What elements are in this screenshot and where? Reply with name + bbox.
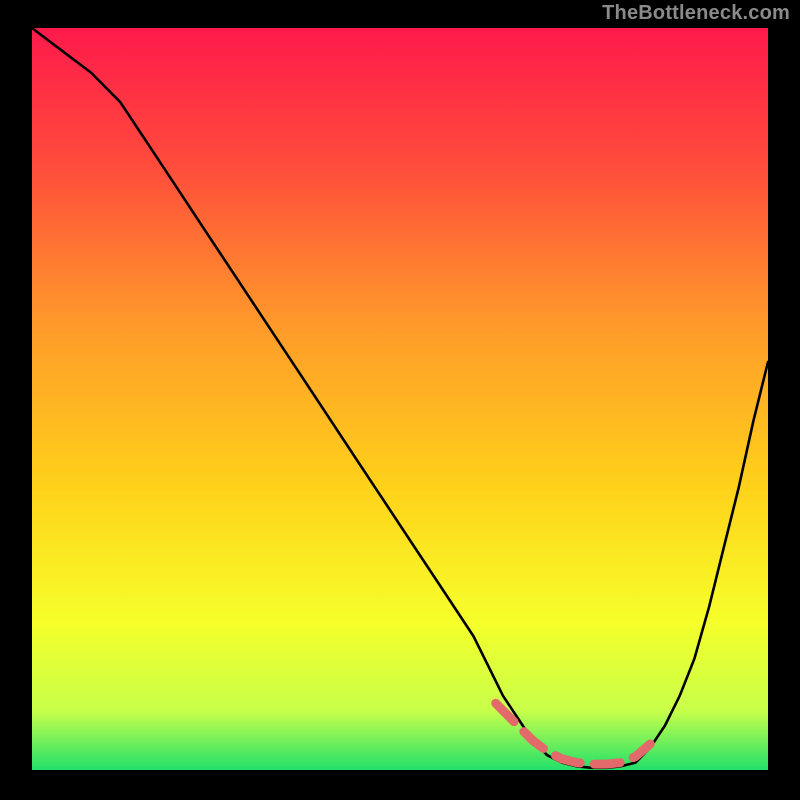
bottleneck-curve-chart: [0, 0, 800, 800]
chart-container: TheBottleneck.com: [0, 0, 800, 800]
plot-area: [32, 28, 768, 770]
watermark-text: TheBottleneck.com: [602, 2, 790, 25]
